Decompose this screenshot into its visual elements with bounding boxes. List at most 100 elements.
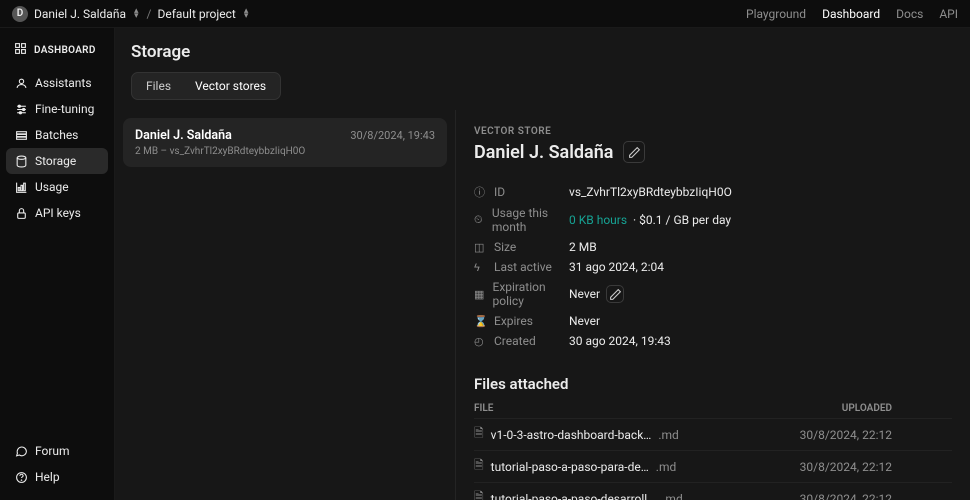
sidebar-item-usage[interactable]: Usage [6,174,108,200]
store-card[interactable]: Daniel J. Saldaña 30/8/2024, 19:43 2 MB … [123,118,447,167]
dashboard-icon [14,42,27,58]
meta-value-expiration: Never [569,285,624,303]
meta-row-created: ◴ Created 30 ago 2024, 19:43 [474,331,952,351]
size-icon: ◫ [474,241,486,254]
file-row[interactable]: 🗎tutorial-paso-a-paso-para-de….md 30/8/20… [474,450,952,482]
nav-api[interactable]: API [939,7,958,21]
batches-icon [14,128,28,142]
detail-eyebrow: VECTOR STORE [474,126,952,137]
meta-label: Usage this month [492,206,569,234]
file-row[interactable]: 🗎v1-0-3-astro-dashboard-back….md 30/8/202… [474,418,952,450]
meta-label: Expiration policy [493,280,570,308]
store-card-time: 30/8/2024, 19:43 [350,129,435,142]
nav-playground[interactable]: Playground [746,7,806,21]
pencil-icon [609,288,622,301]
meta-row-usage: ⏲Usage this month 0 KB hours · $0.1 / GB… [474,203,952,237]
file-date: 30/8/2024, 22:12 [800,460,952,474]
sidebar-item-label: Help [35,470,60,484]
meta-value-created: 30 ago 2024, 19:43 [569,334,671,348]
sidebar-item-fine-tuning[interactable]: Fine-tuning [6,96,108,122]
meta-value-id: vs_ZvhrTl2xyBRdteybbzIiqH0O [569,185,732,199]
file-row[interactable]: 🗎tutorial-paso-a-paso-desarroll….md 30/8/… [474,482,952,500]
activity-icon: ϟ [474,261,486,274]
store-card-title: Daniel J. Saldaña [135,128,232,143]
detail-pane: VECTOR STORE Daniel J. Saldaña ⓘ ID vs_Zv… [455,110,970,500]
expires-icon: ⌛ [474,315,486,328]
sidebar-item-label: Batches [35,128,78,142]
project-switcher-icon[interactable]: ▴▾ [242,9,251,19]
col-file: FILE [474,403,493,414]
meta-value-last-active: 31 ago 2024, 2:04 [569,260,664,274]
edit-expiration-button[interactable] [606,285,624,303]
tab-vector-stores[interactable]: Vector stores [183,75,278,97]
sidebar-section-label[interactable]: DASHBOARD [6,38,108,62]
meta-label: Last active [494,260,552,274]
lock-icon [14,206,28,220]
file-name: 🗎tutorial-paso-a-paso-desarroll….md [474,488,683,500]
sidebar-section-text: DASHBOARD [34,45,96,56]
file-name: 🗎v1-0-3-astro-dashboard-back….md [474,424,679,445]
clock-icon: ◴ [474,335,486,348]
pencil-icon [628,146,641,159]
files-section-title: Files attached [474,375,952,393]
meta-label: ID [494,185,505,199]
id-icon: ⓘ [474,184,486,200]
meta-value-size: 2 MB [569,240,597,254]
meta-row-last-active: ϟ Last active 31 ago 2024, 2:04 [474,257,952,277]
meta-row-expiration: ▦ Expiration policy Never [474,277,952,311]
meta-label: Created [494,334,536,348]
meta-label: Size [494,240,516,254]
file-name: 🗎tutorial-paso-a-paso-para-de….md [474,456,676,477]
meta-table: ⓘ ID vs_ZvhrTl2xyBRdteybbzIiqH0O ⏲Usage t… [474,181,952,351]
files-table-header: FILE UPLOADED [474,403,952,418]
top-header: D Daniel J. Saldaña ▴▾ / Default project… [0,0,970,28]
file-icon: 🗎 [474,424,484,445]
file-icon: 🗎 [474,456,484,477]
header-nav: Playground Dashboard Docs API [746,7,958,21]
detail-title-text: Daniel J. Saldaña [474,142,613,163]
files-table-body: 🗎v1-0-3-astro-dashboard-back….md 30/8/202… [474,418,952,500]
assistants-icon [14,76,28,90]
nav-dashboard[interactable]: Dashboard [822,7,880,21]
sidebar: DASHBOARD Assistants Fine-tuning Batches… [0,28,115,500]
help-icon [14,470,28,484]
usage-icon [14,180,28,194]
calendar-icon: ▦ [474,288,485,301]
tab-files[interactable]: Files [134,75,183,97]
tabs: Files Vector stores [131,72,281,100]
sidebar-item-batches[interactable]: Batches [6,122,108,148]
meta-row-size: ◫ Size 2 MB [474,237,952,257]
sidebar-item-label: Usage [35,180,69,194]
detail-title: Daniel J. Saldaña [474,141,952,163]
meta-row-id: ⓘ ID vs_ZvhrTl2xyBRdteybbzIiqH0O [474,181,952,203]
org-name[interactable]: Daniel J. Saldaña [34,7,126,21]
forum-icon [14,444,28,458]
page-title: Storage [131,42,954,62]
meta-value-expires: Never [569,314,600,328]
sidebar-item-storage[interactable]: Storage [6,148,108,174]
sidebar-item-label: Forum [35,444,70,458]
file-date: 30/8/2024, 22:12 [800,492,952,500]
sidebar-item-label: Fine-tuning [35,102,94,116]
sidebar-item-label: Storage [35,154,76,168]
avatar[interactable]: D [12,6,28,22]
sidebar-item-api-keys[interactable]: API keys [6,200,108,226]
file-icon: 🗎 [474,488,484,500]
sidebar-item-label: API keys [35,206,81,220]
project-name[interactable]: Default project [157,7,235,21]
store-list: Daniel J. Saldaña 30/8/2024, 19:43 2 MB … [115,110,455,500]
nav-docs[interactable]: Docs [896,7,923,21]
fine-tuning-icon [14,102,28,116]
sidebar-item-assistants[interactable]: Assistants [6,70,108,96]
sidebar-item-help[interactable]: Help [6,464,108,490]
meta-row-expires: ⌛Expires Never [474,311,952,331]
store-card-sub: 2 MB – vs_ZvhrTl2xyBRdteybbzIiqH0O [135,146,435,157]
edit-title-button[interactable] [623,141,645,163]
meta-value-usage: 0 KB hours · $0.1 / GB per day [569,213,731,227]
file-date: 30/8/2024, 22:12 [800,428,952,442]
col-uploaded: UPLOADED [842,403,952,414]
breadcrumb: D Daniel J. Saldaña ▴▾ / Default project… [12,6,250,22]
main-content: Storage Files Vector stores Daniel J. Sa… [115,28,970,500]
sidebar-item-forum[interactable]: Forum [6,438,108,464]
org-switcher-icon[interactable]: ▴▾ [132,9,141,19]
